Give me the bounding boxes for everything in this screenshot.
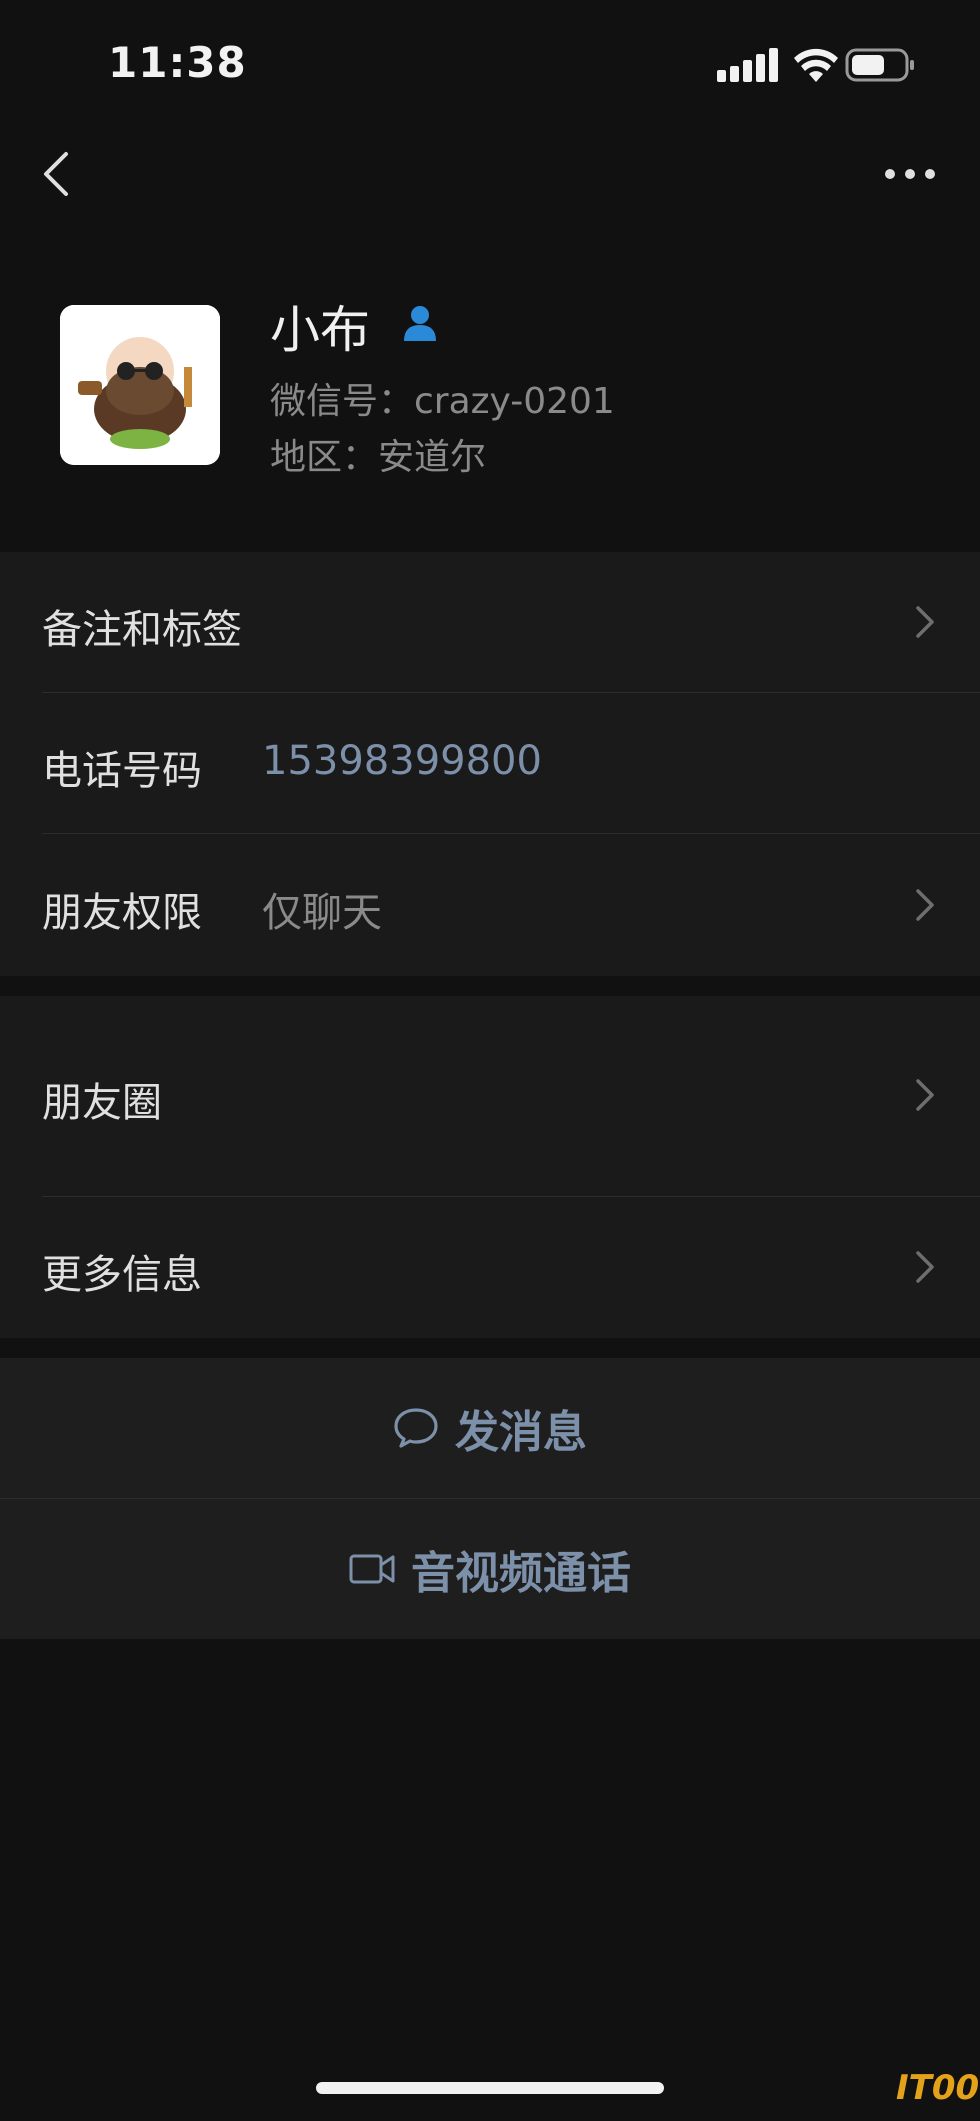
moments-section: 朋友圈 更多信息: [0, 996, 980, 1338]
region: 地区：安道尔: [270, 437, 487, 478]
info-section: 备注和标签 电话号码 15398399800 朋友权限 仅聊天: [0, 552, 980, 976]
status-time: 11:38: [108, 38, 247, 87]
status-icons: [717, 48, 914, 82]
wechat-id: 微信号：crazy-0201: [270, 381, 615, 422]
profile-name: 小布: [270, 301, 370, 359]
video-call-button[interactable]: 音视频通话: [0, 1499, 980, 1639]
permission-label: 朋友权限: [42, 890, 202, 936]
phone-row[interactable]: 电话号码 15398399800: [0, 693, 980, 833]
home-indicator[interactable]: [316, 2082, 664, 2094]
watermark-logo: IT007: [896, 2068, 980, 2108]
wifi-icon: [794, 48, 838, 82]
permission-value: 仅聊天: [262, 890, 382, 936]
remark-tags-row[interactable]: 备注和标签: [0, 552, 980, 692]
moments-label: 朋友圈: [42, 1080, 162, 1126]
remark-tags-label: 备注和标签: [42, 607, 242, 653]
chevron-right-icon: [916, 1251, 934, 1283]
gender-male-icon: [404, 306, 436, 341]
send-message-label: 发消息: [455, 1407, 587, 1458]
phone-label: 电话号码: [42, 748, 202, 794]
battery-icon: [845, 48, 914, 82]
more-info-label: 更多信息: [42, 1252, 202, 1298]
chevron-right-icon: [916, 606, 934, 638]
send-message-button[interactable]: 发消息: [0, 1358, 980, 1498]
moments-row[interactable]: 朋友圈: [0, 996, 980, 1196]
video-camera-icon: [349, 1554, 395, 1584]
permission-row[interactable]: 朋友权限 仅聊天: [0, 834, 980, 976]
more-info-row[interactable]: 更多信息: [0, 1197, 980, 1338]
back-icon[interactable]: [40, 150, 72, 198]
chevron-right-icon: [916, 1079, 934, 1111]
phone-value[interactable]: 15398399800: [262, 738, 542, 784]
signal-icon: [717, 48, 778, 82]
avatar-image-icon: [60, 305, 220, 465]
chevron-right-icon: [916, 889, 934, 921]
chat-bubble-icon: [394, 1408, 438, 1448]
more-icon[interactable]: [884, 160, 936, 188]
avatar[interactable]: [60, 305, 220, 465]
video-call-label: 音视频通话: [411, 1548, 631, 1599]
